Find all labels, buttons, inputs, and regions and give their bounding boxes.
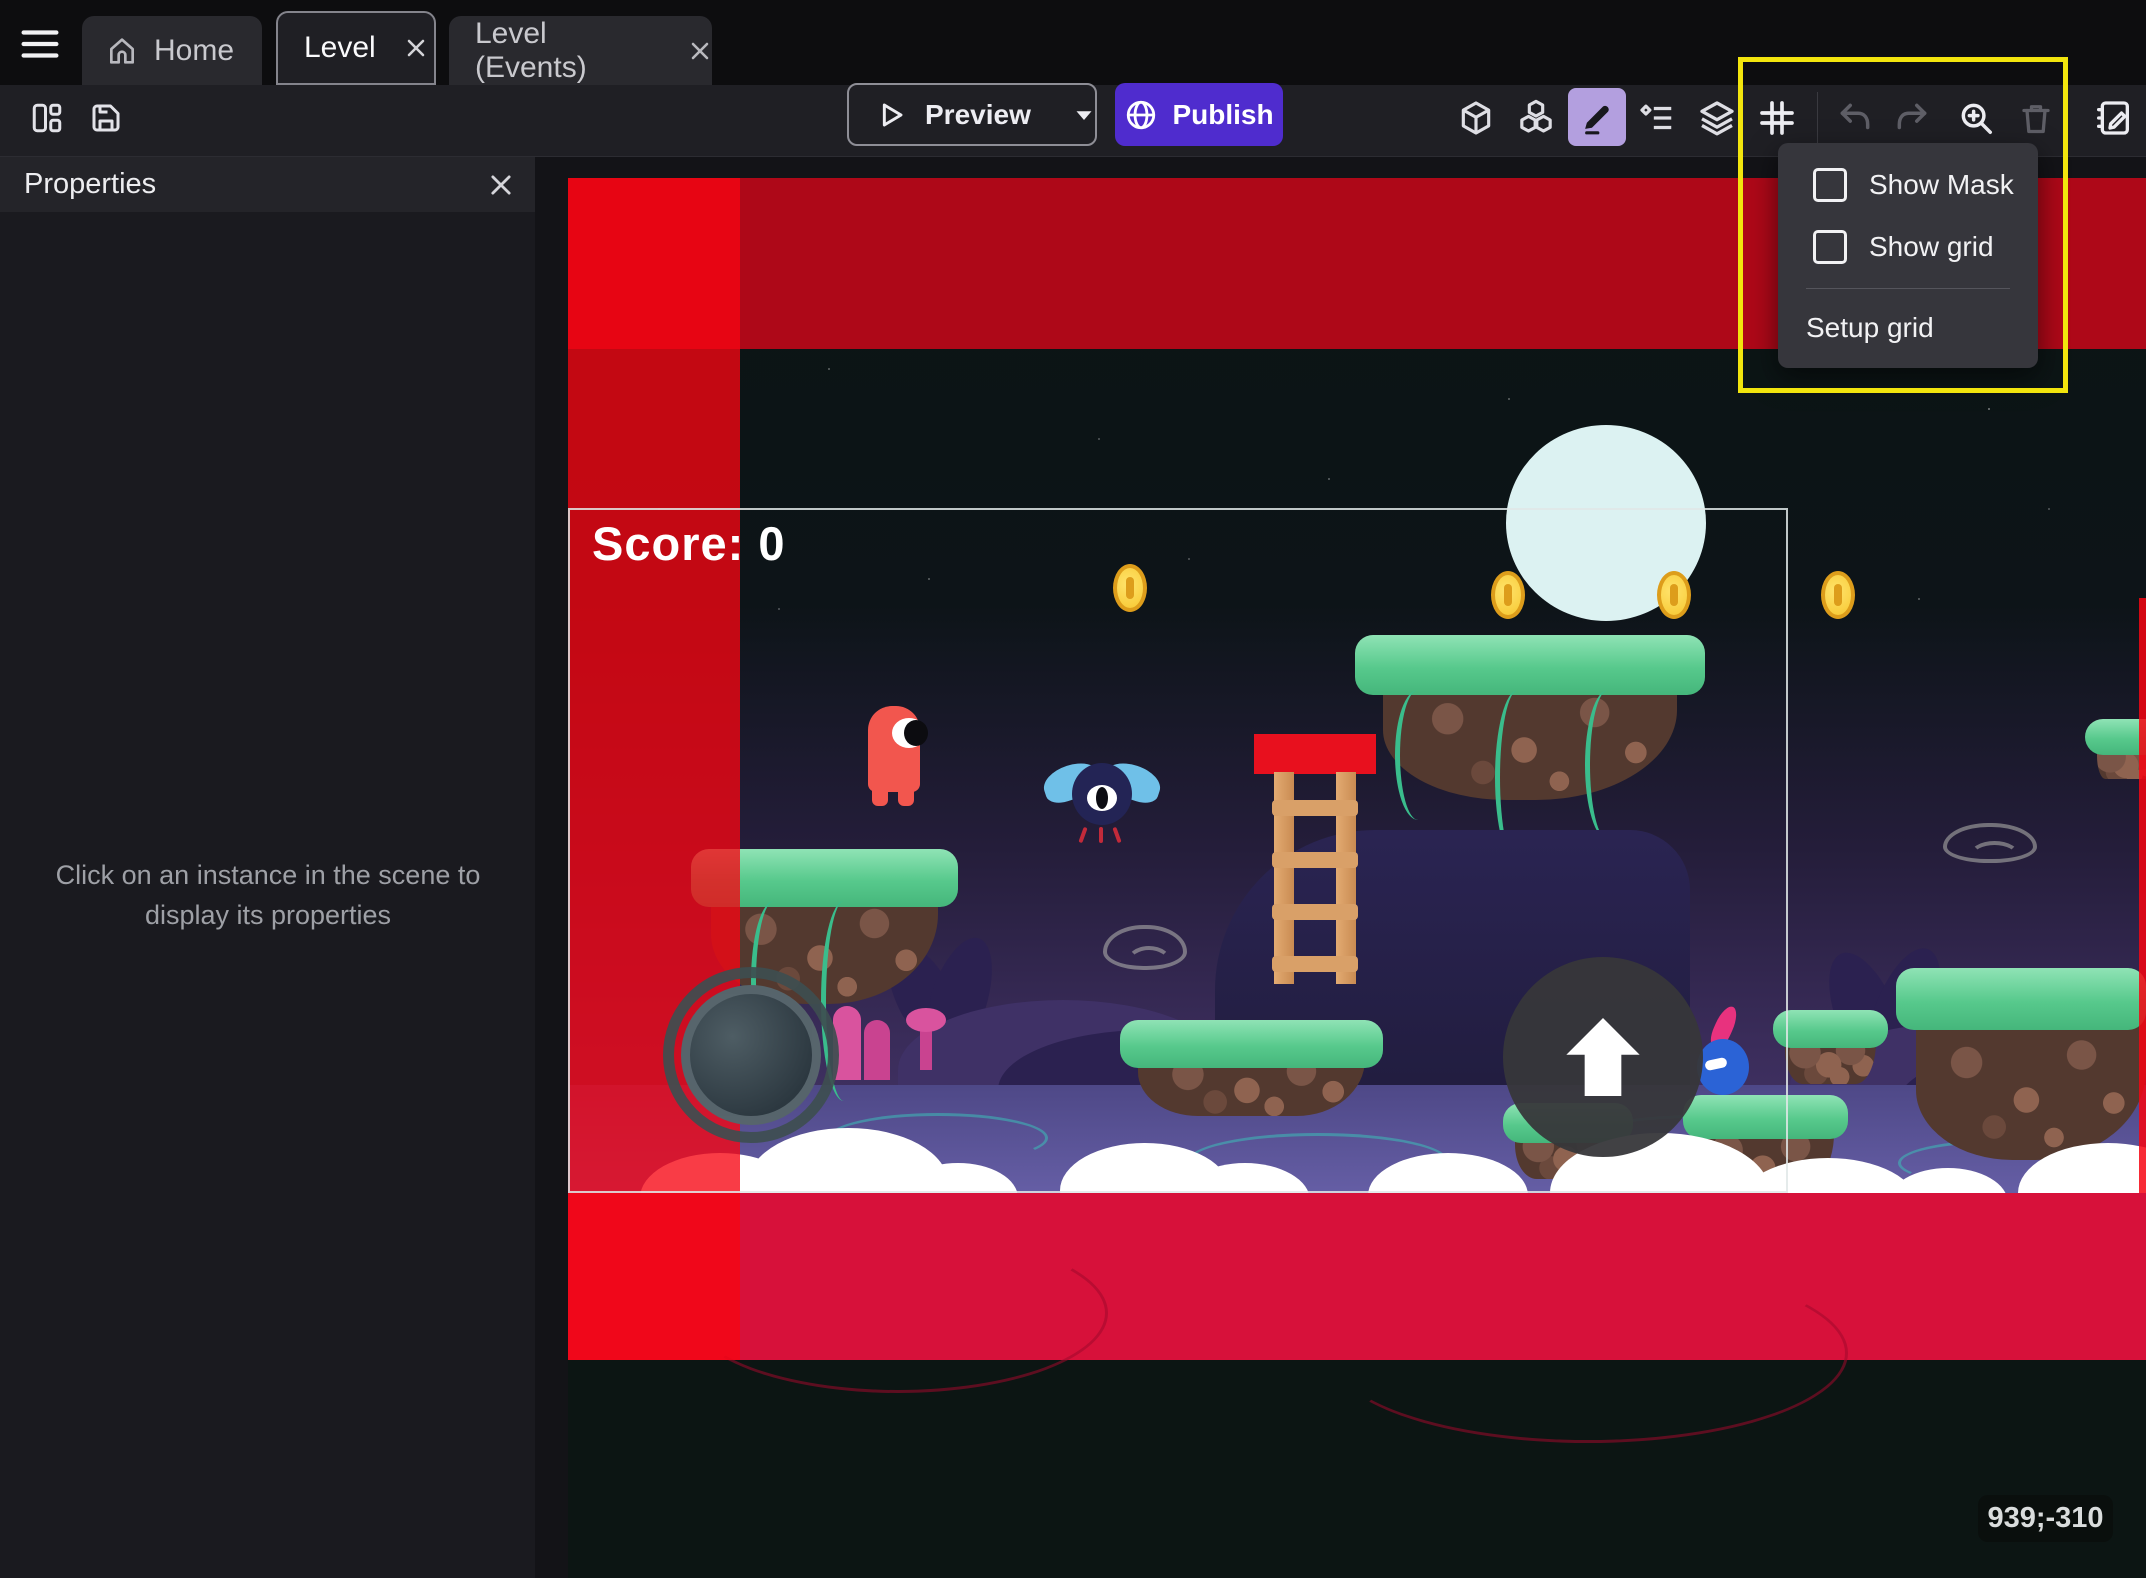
eye-decoration xyxy=(1943,823,2037,863)
platform[interactable] xyxy=(2085,719,2146,781)
play-icon xyxy=(875,99,907,131)
delete-icon[interactable] xyxy=(2012,94,2060,142)
menu-item-setup-grid[interactable]: Setup grid xyxy=(1806,303,2016,353)
layout-icon[interactable] xyxy=(23,94,71,142)
properties-panel: Properties Click on an instance in the s… xyxy=(0,157,535,1578)
chevron-down-icon[interactable] xyxy=(1069,100,1099,130)
tab-level-events[interactable]: Level (Events) xyxy=(449,16,712,85)
undo-icon[interactable] xyxy=(1831,94,1879,142)
show-mask-checkbox[interactable] xyxy=(1813,168,1847,202)
instances-list-icon[interactable] xyxy=(1633,94,1681,142)
layers-icon[interactable] xyxy=(1693,94,1741,142)
arrow-up-icon xyxy=(1548,1002,1658,1112)
menu-item-show-grid[interactable]: Show grid xyxy=(1778,219,2038,275)
close-icon[interactable] xyxy=(688,39,712,63)
boundary-band-right xyxy=(2139,598,2146,1193)
joystick-control[interactable] xyxy=(663,967,839,1143)
menu-item-show-mask[interactable]: Show Mask xyxy=(1778,157,2038,213)
publish-button[interactable]: Publish xyxy=(1115,83,1283,146)
cube-3d-icon[interactable] xyxy=(1452,94,1500,142)
grid-options-menu: Show Mask Show grid Setup grid xyxy=(1778,143,2038,368)
zoom-in-icon[interactable] xyxy=(1952,94,2000,142)
tab-level[interactable]: Level xyxy=(276,11,436,85)
properties-panel-header: Properties xyxy=(0,157,535,212)
save-icon[interactable] xyxy=(82,94,130,142)
globe-icon xyxy=(1124,98,1158,132)
coin[interactable] xyxy=(1821,571,1855,619)
edit-tool-icon[interactable] xyxy=(1568,88,1626,146)
home-icon xyxy=(106,35,138,67)
tab-label: Level (Events) xyxy=(475,17,660,85)
panel-empty-message: Click on an instance in the scene to dis… xyxy=(28,855,508,935)
objects-icon[interactable] xyxy=(1512,94,1560,142)
menu-divider xyxy=(1806,288,2010,289)
close-icon[interactable] xyxy=(404,36,428,60)
preview-label: Preview xyxy=(925,99,1031,131)
close-icon[interactable] xyxy=(487,171,515,199)
score-text: Score: 0 xyxy=(592,516,785,571)
publish-label: Publish xyxy=(1172,99,1273,131)
redo-icon[interactable] xyxy=(1888,94,1936,142)
toolbar-divider xyxy=(1817,92,1818,146)
jump-button[interactable] xyxy=(1503,957,1703,1157)
grid-icon[interactable] xyxy=(1753,94,1801,142)
platform[interactable] xyxy=(1773,1010,1888,1090)
tab-home[interactable]: Home xyxy=(82,16,262,85)
main-menu-icon[interactable] xyxy=(19,26,61,62)
tab-label: Home xyxy=(154,34,234,68)
scene-editor-canvas[interactable]: Score: 0 xyxy=(535,157,2146,1578)
panel-title: Properties xyxy=(24,168,156,201)
tab-label: Level xyxy=(304,31,376,65)
cursor-coordinates-badge: 939;-310 xyxy=(1978,1495,2113,1542)
events-sheet-icon[interactable] xyxy=(2090,94,2138,142)
preview-button[interactable]: Preview xyxy=(847,83,1097,146)
game-scene[interactable]: Score: 0 xyxy=(568,178,2146,1578)
show-grid-checkbox[interactable] xyxy=(1813,230,1847,264)
boundary-band-bottom[interactable] xyxy=(568,1193,2146,1360)
top-tab-bar: Home Level Level (Events) xyxy=(0,0,2146,85)
